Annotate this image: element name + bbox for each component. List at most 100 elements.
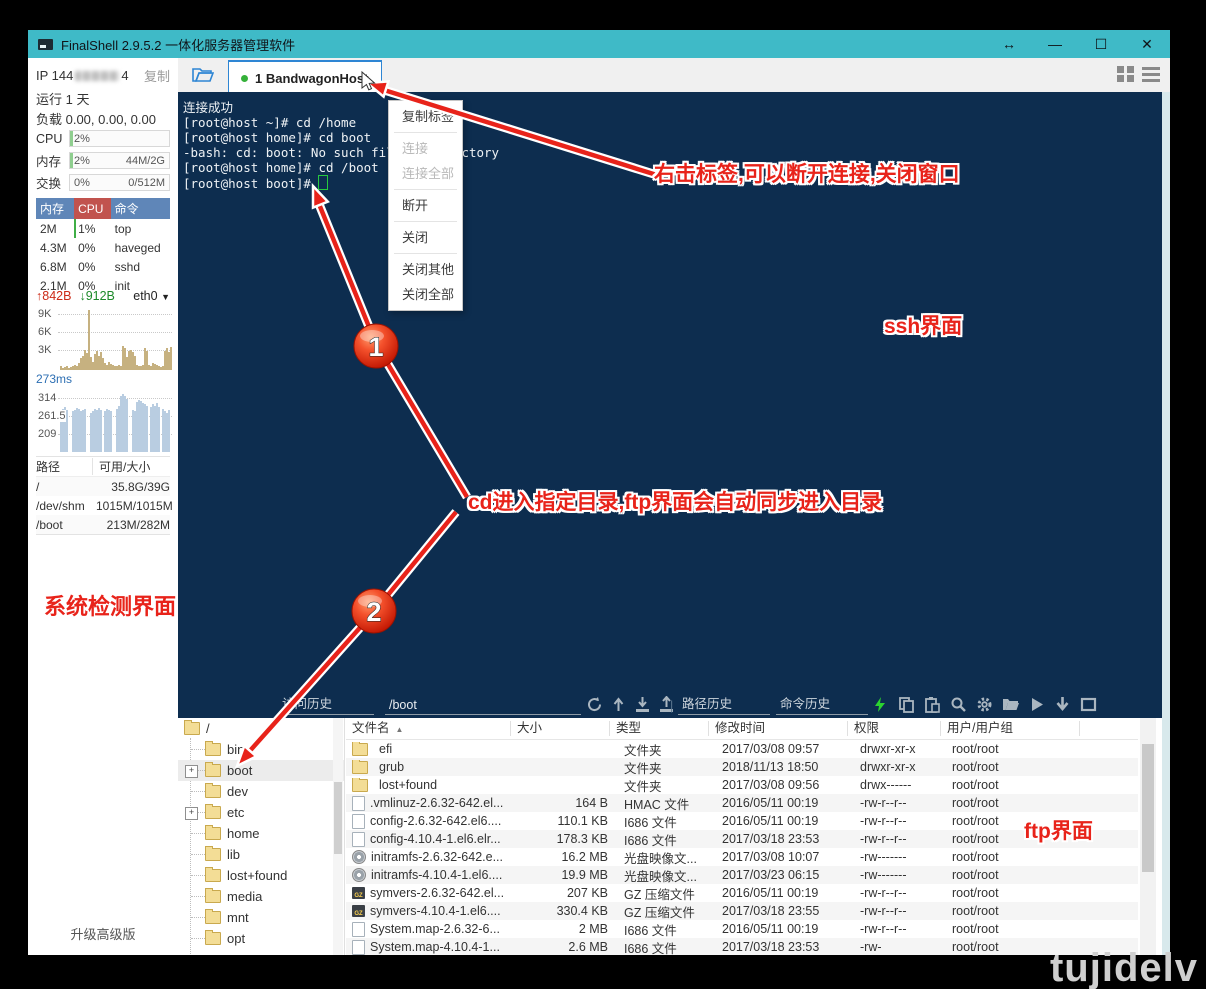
folder-icon bbox=[205, 932, 221, 945]
file-col-header[interactable]: 用户/用户组 bbox=[941, 721, 1080, 736]
copy-ip-button[interactable]: 复制 bbox=[144, 66, 170, 85]
process-cell: 2M bbox=[36, 219, 74, 238]
download-arrow-icon[interactable] bbox=[1054, 696, 1071, 713]
interface-selector[interactable]: eth0 ▼ bbox=[133, 289, 170, 303]
disk-usage: 213M/282M bbox=[96, 518, 170, 532]
menu-item[interactable]: 关闭全部 bbox=[389, 282, 462, 307]
speed-boost-icon[interactable] bbox=[872, 696, 889, 713]
file-owner: root/root bbox=[946, 778, 1084, 792]
folder-icon bbox=[352, 779, 368, 792]
file-row[interactable]: GZsymvers-4.10.4-1.el6....330.4 KBGZ 压缩文… bbox=[346, 902, 1138, 920]
folder-icon bbox=[352, 761, 368, 774]
file-owner: root/root bbox=[946, 904, 1084, 918]
menu-item[interactable]: 复制标签 bbox=[389, 104, 462, 129]
tree-item-home[interactable]: home bbox=[178, 823, 344, 844]
close-button[interactable]: ✕ bbox=[1124, 36, 1170, 53]
refresh-icon[interactable] bbox=[586, 696, 603, 713]
tree-expander-icon[interactable]: + bbox=[185, 807, 198, 820]
file-table-scrollbar[interactable] bbox=[1140, 718, 1156, 955]
file-row[interactable]: System.map-2.6.32-6...2 MBI686 文件2016/05… bbox=[346, 920, 1138, 938]
file-row[interactable]: initramfs-2.6.32-642.e...16.2 MB光盘映像文...… bbox=[346, 848, 1138, 866]
file-row[interactable]: config-4.10.4-1.el6.elr...178.3 KBI686 文… bbox=[346, 830, 1138, 848]
file-type: 光盘映像文... bbox=[618, 866, 716, 885]
file-row[interactable]: grub文件夹2018/11/13 18:50drwxr-xr-xroot/ro… bbox=[346, 758, 1138, 776]
window-edge-scroll-strip[interactable] bbox=[1162, 92, 1170, 955]
window-mode-icon[interactable] bbox=[1080, 696, 1097, 713]
file-row[interactable]: efi文件夹2017/03/08 09:57drwxr-xr-xroot/roo… bbox=[346, 740, 1138, 758]
file-table[interactable]: 文件名▲大小类型修改时间权限用户/用户组 efi文件夹2017/03/08 09… bbox=[346, 718, 1138, 955]
process-cell: 1% bbox=[74, 219, 111, 238]
file-row[interactable]: config-2.6.32-642.el6....110.1 KBI686 文件… bbox=[346, 812, 1138, 830]
tree-item-etc[interactable]: +etc bbox=[178, 802, 344, 823]
search-icon[interactable] bbox=[950, 696, 967, 713]
process-row: 4.3M0%haveged bbox=[36, 238, 170, 257]
access-history-dropdown[interactable]: 访问历史 bbox=[278, 692, 374, 715]
menu-item[interactable]: 关闭其他 bbox=[389, 257, 462, 282]
file-row[interactable]: GZsymvers-2.6.32-642.el...207 KBGZ 压缩文件2… bbox=[346, 884, 1138, 902]
window-title: FinalShell 2.9.5.2 一体化服务器管理软件 bbox=[61, 35, 295, 54]
tree-scrollbar[interactable] bbox=[333, 718, 343, 955]
disk-row: /35.8G/39G bbox=[36, 477, 170, 496]
file-col-header[interactable]: 大小 bbox=[511, 721, 610, 736]
tree-item-bin[interactable]: bin bbox=[178, 739, 344, 760]
load-average-label: 负载 0.00, 0.00, 0.00 bbox=[36, 109, 170, 128]
tree-connector bbox=[191, 854, 205, 855]
tree-item-mnt[interactable]: mnt bbox=[178, 907, 344, 928]
tree-item-dev[interactable]: dev bbox=[178, 781, 344, 802]
settings-gear-icon[interactable] bbox=[976, 696, 993, 713]
hamburger-menu-icon[interactable] bbox=[1142, 66, 1160, 82]
download-icon[interactable] bbox=[634, 696, 651, 713]
directory-tree[interactable]: /bin+bootdev+etchome lib lost+foundmediamn… bbox=[178, 718, 345, 955]
tree-item-media[interactable]: media bbox=[178, 886, 344, 907]
file-col-header[interactable]: 权限 bbox=[848, 721, 941, 736]
tab-bandwagonhost[interactable]: 1 BandwagonHost bbox=[228, 60, 382, 94]
open-connection-button[interactable] bbox=[190, 63, 216, 87]
gz-icon: GZ bbox=[352, 887, 365, 899]
menu-item[interactable]: 关闭 bbox=[389, 225, 462, 250]
ping-tick-209: 209 bbox=[38, 428, 56, 440]
tree-item-lost+found[interactable]: lost+found bbox=[178, 865, 344, 886]
file-mtime: 2016/05/11 00:19 bbox=[716, 814, 854, 828]
parent-directory-icon[interactable] bbox=[610, 696, 627, 713]
file-col-header[interactable]: 修改时间 bbox=[709, 721, 848, 736]
file-row[interactable]: .vmlinuz-2.6.32-642.el...164 BHMAC 文件201… bbox=[346, 794, 1138, 812]
tree-item-opt[interactable]: opt bbox=[178, 928, 344, 949]
tree-item-lib[interactable]: lib bbox=[178, 844, 344, 865]
ping-latency-chart: 314 261.5 209 bbox=[36, 390, 172, 452]
file-table-header[interactable]: 文件名▲大小类型修改时间权限用户/用户组 bbox=[346, 718, 1138, 740]
file-size: 2 MB bbox=[510, 922, 618, 936]
current-path-field[interactable]: /boot bbox=[385, 692, 581, 715]
grid-view-icon[interactable] bbox=[1117, 66, 1134, 82]
file-table-scrollbar-thumb[interactable] bbox=[1142, 744, 1154, 872]
tree-item-label: lib bbox=[227, 847, 240, 862]
tree-expander-icon[interactable]: + bbox=[185, 765, 198, 778]
file-row[interactable]: lost+found文件夹2017/03/08 09:56drwx------r… bbox=[346, 776, 1138, 794]
resize-icon[interactable]: ↔ bbox=[986, 36, 1032, 52]
uptime-label: 运行 1 天 bbox=[36, 89, 170, 108]
file-row[interactable]: initramfs-4.10.4-1.el6....19.9 MB光盘映像文..… bbox=[346, 866, 1138, 884]
menu-item[interactable]: 断开 bbox=[389, 193, 462, 218]
tree-item-[interactable]: / bbox=[178, 718, 344, 739]
swap-meter: 交换 0% 0/512M bbox=[36, 174, 170, 191]
tree-scrollbar-thumb[interactable] bbox=[334, 782, 342, 854]
tree-item-boot[interactable]: +boot bbox=[178, 760, 344, 781]
paste-icon[interactable] bbox=[924, 696, 941, 713]
minimize-button[interactable]: — bbox=[1032, 36, 1078, 52]
maximize-button[interactable]: ☐ bbox=[1078, 36, 1124, 53]
path-history-dropdown[interactable]: 路径历史 bbox=[678, 692, 770, 715]
upgrade-link[interactable]: 升级高级版 bbox=[28, 924, 178, 943]
copy-icon[interactable] bbox=[898, 696, 915, 713]
file-row[interactable]: System.map-4.10.4-1...2.6 MBI686 文件2017/… bbox=[346, 938, 1138, 955]
net-tick-9k: 9K bbox=[38, 308, 51, 320]
command-history-dropdown[interactable]: 命令历史 bbox=[776, 692, 868, 715]
ftp-file-panel: /bin+bootdev+etchome lib lost+foundmediamn… bbox=[178, 718, 1162, 955]
file-perm: drwxr-xr-x bbox=[854, 742, 946, 756]
file-col-header[interactable]: 文件名▲ bbox=[346, 721, 511, 736]
open-folder-icon[interactable] bbox=[1002, 696, 1019, 713]
ping-tick-314: 314 bbox=[38, 392, 56, 404]
download-rate: ↓912B bbox=[79, 289, 114, 303]
folder-icon bbox=[205, 785, 221, 798]
file-col-header[interactable]: 类型 bbox=[610, 721, 709, 736]
run-play-icon[interactable] bbox=[1028, 696, 1045, 713]
chart-bar bbox=[66, 410, 68, 452]
